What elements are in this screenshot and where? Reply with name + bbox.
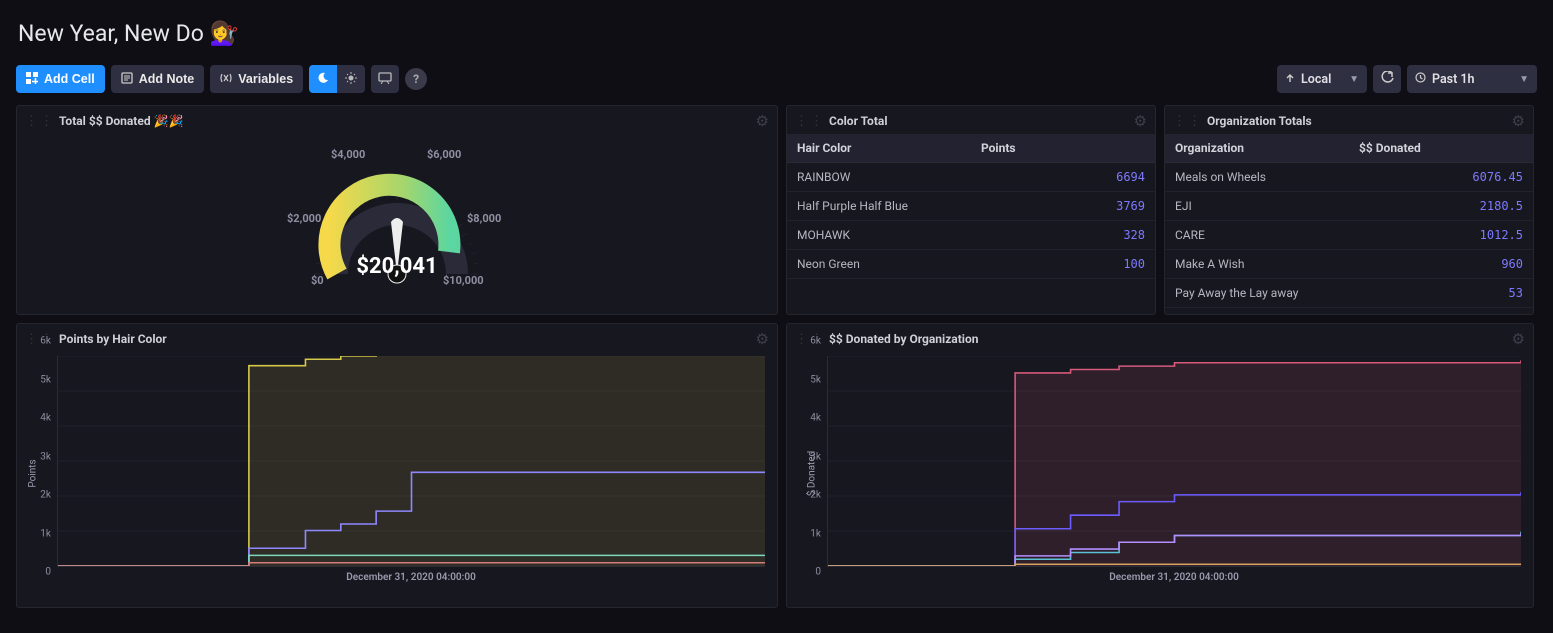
light-mode-button[interactable] <box>337 65 365 93</box>
moon-icon <box>317 72 329 87</box>
chevron-down-icon: ▼ <box>1519 74 1529 85</box>
table-row[interactable]: RAINBOW6694 <box>787 163 1155 192</box>
gauge-value: $20,041 <box>267 254 527 279</box>
gear-icon[interactable]: ⚙ <box>1134 112 1147 130</box>
upload-icon <box>1285 72 1295 87</box>
table-row[interactable]: CARE1012.5 <box>1165 221 1533 250</box>
refresh-target-label: Local <box>1301 72 1331 87</box>
add-note-button[interactable]: Add Note <box>111 65 205 93</box>
gear-icon[interactable]: ⚙ <box>756 330 769 348</box>
toolbar: Add Cell Add Note Variables <box>16 65 1537 93</box>
cell-total-donated: ⋮⋮ Total $$ Donated 🎉🎉 ⚙ <box>16 105 778 315</box>
presentation-mode-button[interactable] <box>371 65 399 93</box>
page-title: New Year, New Do 💇‍♀️ <box>18 20 1537 47</box>
table-row[interactable]: MOHAWK328 <box>787 221 1155 250</box>
refresh-button[interactable] <box>1373 65 1401 93</box>
add-cell-icon <box>26 72 38 87</box>
col-donated[interactable]: $$ Donated <box>1349 134 1533 163</box>
cell-points-by-color: ⋮⋮Points by Hair Color ⚙ Points 01k2k3k4… <box>16 323 778 608</box>
plot-area[interactable] <box>57 356 765 567</box>
color-total-table: Hair Color Points RAINBOW6694Half Purple… <box>787 134 1155 279</box>
variables-button[interactable]: Variables <box>210 65 303 93</box>
gear-icon[interactable]: ⚙ <box>756 112 769 130</box>
note-icon <box>121 72 133 87</box>
col-points[interactable]: Points <box>971 134 1155 163</box>
col-hair-color[interactable]: Hair Color <box>787 134 971 163</box>
x-axis-label: December 31, 2020 04:00:00 <box>57 572 765 583</box>
theme-toggle <box>309 65 365 93</box>
gauge-tick-4k: $4,000 <box>331 148 365 161</box>
variables-icon <box>220 72 232 87</box>
cell-title: Total $$ Donated 🎉🎉 <box>59 114 183 128</box>
table-row[interactable]: Half Purple Half Blue3769 <box>787 192 1155 221</box>
table-row[interactable]: Neon Green100 <box>787 250 1155 279</box>
help-button[interactable]: ? <box>405 68 427 90</box>
gauge-tick-6k: $6,000 <box>427 148 461 161</box>
table-row[interactable]: Make A Wish960 <box>1165 250 1533 279</box>
drag-handle-icon[interactable]: ⋮⋮ <box>795 114 825 129</box>
cell-title: Color Total <box>829 114 888 128</box>
gear-icon[interactable]: ⚙ <box>1512 330 1525 348</box>
dark-mode-button[interactable] <box>309 65 337 93</box>
drag-handle-icon[interactable]: ⋮⋮ <box>25 114 55 129</box>
add-cell-label: Add Cell <box>44 72 95 86</box>
add-note-label: Add Note <box>139 72 195 86</box>
time-range-label: Past 1h <box>1432 72 1475 87</box>
cell-title: Organization Totals <box>1207 114 1312 128</box>
cell-title: $$ Donated by Organization <box>829 332 978 346</box>
table-row[interactable]: Meals on Wheels6076.45 <box>1165 163 1533 192</box>
cell-donated-by-org: ⋮⋮$$ Donated by Organization ⚙ $ Donated… <box>786 323 1534 608</box>
cell-color-total: ⋮⋮ Color Total ⚙ Hair Color Points RAINBO… <box>786 105 1156 315</box>
cell-org-totals: ⋮⋮ Organization Totals ⚙ Organization $$ … <box>1164 105 1534 315</box>
table-row[interactable]: EJI2180.5 <box>1165 192 1533 221</box>
table-row[interactable]: Pay Away the Lay away53 <box>1165 279 1533 308</box>
drag-handle-icon[interactable]: ⋮⋮ <box>1173 114 1203 129</box>
col-organization[interactable]: Organization <box>1165 134 1349 163</box>
plot-area[interactable] <box>827 356 1521 567</box>
refresh-icon <box>1381 71 1394 87</box>
presentation-icon <box>378 72 392 87</box>
add-cell-button[interactable]: Add Cell <box>16 65 105 93</box>
cell-title: Points by Hair Color <box>59 332 167 346</box>
chevron-down-icon: ▼ <box>1349 74 1359 85</box>
variables-label: Variables <box>238 72 293 86</box>
gear-icon[interactable]: ⚙ <box>1512 112 1525 130</box>
org-totals-table: Organization $$ Donated Meals on Wheels6… <box>1165 134 1533 308</box>
gauge: $0 $2,000 $4,000 $6,000 $8,000 $10,000 $… <box>267 134 527 304</box>
clock-icon <box>1415 72 1426 87</box>
time-range-dropdown[interactable]: Past 1h ▼ <box>1407 65 1537 93</box>
gauge-tick-2k: $2,000 <box>287 212 321 225</box>
sun-icon <box>345 72 357 87</box>
refresh-target-dropdown[interactable]: Local ▼ <box>1277 65 1367 93</box>
gauge-tick-8k: $8,000 <box>467 212 501 225</box>
x-axis-label: December 31, 2020 04:00:00 <box>827 572 1521 583</box>
